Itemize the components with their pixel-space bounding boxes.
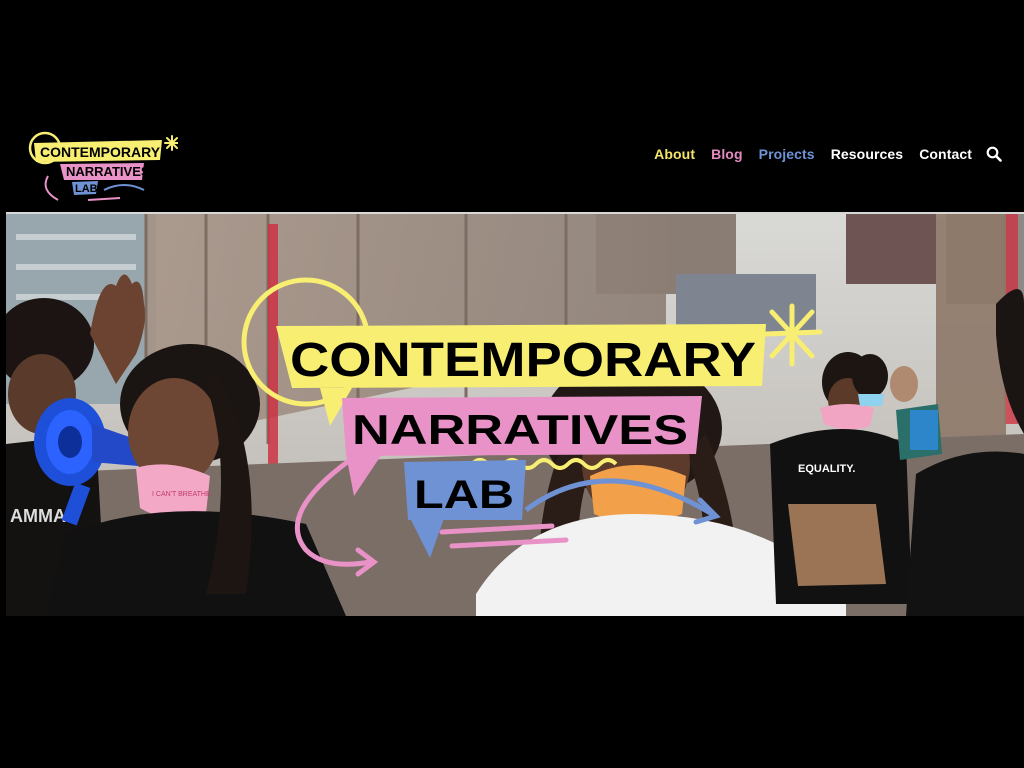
site-logo[interactable]: CONTEMPORARY NARRATIVES LAB [28,128,180,208]
site-header: CONTEMPORARY NARRATIVES LAB About Blog P… [6,122,1024,212]
logo-line1: CONTEMPORARY [40,144,161,160]
nav-blog[interactable]: Blog [711,146,743,162]
logo-line3: LAB [75,183,98,195]
nav-contact[interactable]: Contact [919,146,972,162]
mask-text: I CAN'T BREATHE [152,491,211,498]
hero-logo-line2: NARRATIVES [352,406,688,453]
hero-logo-line3: LAB [414,473,514,517]
nav-projects[interactable]: Projects [759,146,815,162]
search-icon[interactable] [986,146,1002,162]
nav-about[interactable]: About [654,146,695,162]
shirt-left-text: AMMA [10,506,66,526]
hero-logo-line1: CONTEMPORARY [290,334,756,387]
site: CONTEMPORARY NARRATIVES LAB About Blog P… [0,122,1024,618]
equality-shirt-text: EQUALITY. [798,463,855,475]
hero-banner: AMMA I CAN'T BREATHE EQUALITY. CONTEMPOR… [6,212,1024,616]
nav-resources[interactable]: Resources [831,146,904,162]
main-nav: About Blog Projects Resources Contact [654,144,1002,164]
logo-line2: NARRATIVES [66,164,150,179]
